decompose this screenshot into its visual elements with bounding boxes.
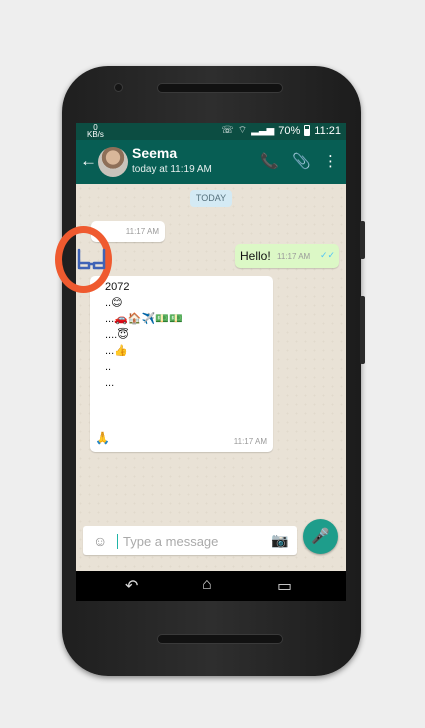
paperclip-icon[interactable]: 📎 (292, 152, 311, 170)
message-input-box[interactable]: ☺ 📷 (83, 526, 297, 555)
status-bar: 0 KB/s ☏ ⌔ ▂▃▅ 70% 11:21 (76, 123, 346, 140)
android-nav-bar: ↶ ⌂ ▭ (76, 571, 346, 601)
battery-icon (304, 125, 311, 136)
home-nav-icon[interactable]: ⌂ (202, 576, 212, 594)
incoming-message-long[interactable]: 2072 ..😊 ...🚗🏠✈️💵💵 ....😇 ...👍 .. ... 🙏 1… (90, 276, 273, 452)
contact-avatar[interactable] (98, 147, 128, 177)
conversation-area[interactable]: TODAY 11:17 AM Hello! 11:17 AM ✓✓ 2072 .… (76, 184, 346, 571)
message-time: 11:17 AM (233, 437, 267, 446)
folded-hands-emoji: 🙏 (95, 431, 110, 445)
whatsapp-status-icon: ☏ (221, 125, 234, 136)
data-speed: 0 KB/s (87, 123, 104, 139)
emoji-icon[interactable]: ☺ (93, 533, 107, 549)
message-time: 11:17 AM (277, 252, 311, 261)
top-speaker (157, 83, 283, 93)
power-button (360, 296, 365, 364)
text-caret (117, 534, 118, 549)
more-vert-icon[interactable]: ⋮ (323, 152, 338, 170)
back-arrow-icon[interactable]: ← (80, 151, 97, 171)
phone-screen: 0 KB/s ☏ ⌔ ▂▃▅ 70% 11:21 ← Seema today at… (76, 123, 346, 601)
clock: 11:21 (314, 124, 341, 137)
volume-button (360, 221, 365, 259)
message-text-lines: 2072 ..😊 ...🚗🏠✈️💵💵 ....😇 ...👍 .. ... (105, 281, 183, 389)
phone-icon[interactable]: 📞 (260, 152, 279, 170)
glasses-icon (77, 248, 106, 270)
front-camera (114, 83, 123, 92)
chat-app-bar: ← Seema today at 11:19 AM 📞 📎 ⋮ (76, 140, 346, 184)
wifi-icon: ⌔ (237, 125, 248, 136)
device-mockup: 0 KB/s ☏ ⌔ ▂▃▅ 70% 11:21 ← Seema today at… (0, 0, 425, 728)
camera-icon[interactable]: 📷 (271, 532, 288, 549)
message-input[interactable] (123, 532, 263, 550)
outgoing-message[interactable]: Hello! 11:17 AM ✓✓ (235, 244, 339, 268)
battery-percent: 70% (278, 124, 301, 137)
message-text: Hello! (240, 249, 271, 263)
date-chip: TODAY (190, 190, 232, 207)
last-seen-status: today at 11:19 AM (132, 164, 212, 175)
mic-icon[interactable]: 🎤 (303, 519, 338, 554)
back-nav-icon[interactable]: ↶ (125, 576, 138, 596)
signal-icon: ▂▃▅ (251, 125, 275, 136)
message-time: 11:17 AM (125, 227, 159, 236)
recent-apps-icon[interactable]: ▭ (277, 576, 292, 596)
contact-name[interactable]: Seema (132, 145, 177, 161)
bottom-speaker (157, 634, 283, 644)
double-check-icon: ✓✓ (320, 250, 336, 260)
